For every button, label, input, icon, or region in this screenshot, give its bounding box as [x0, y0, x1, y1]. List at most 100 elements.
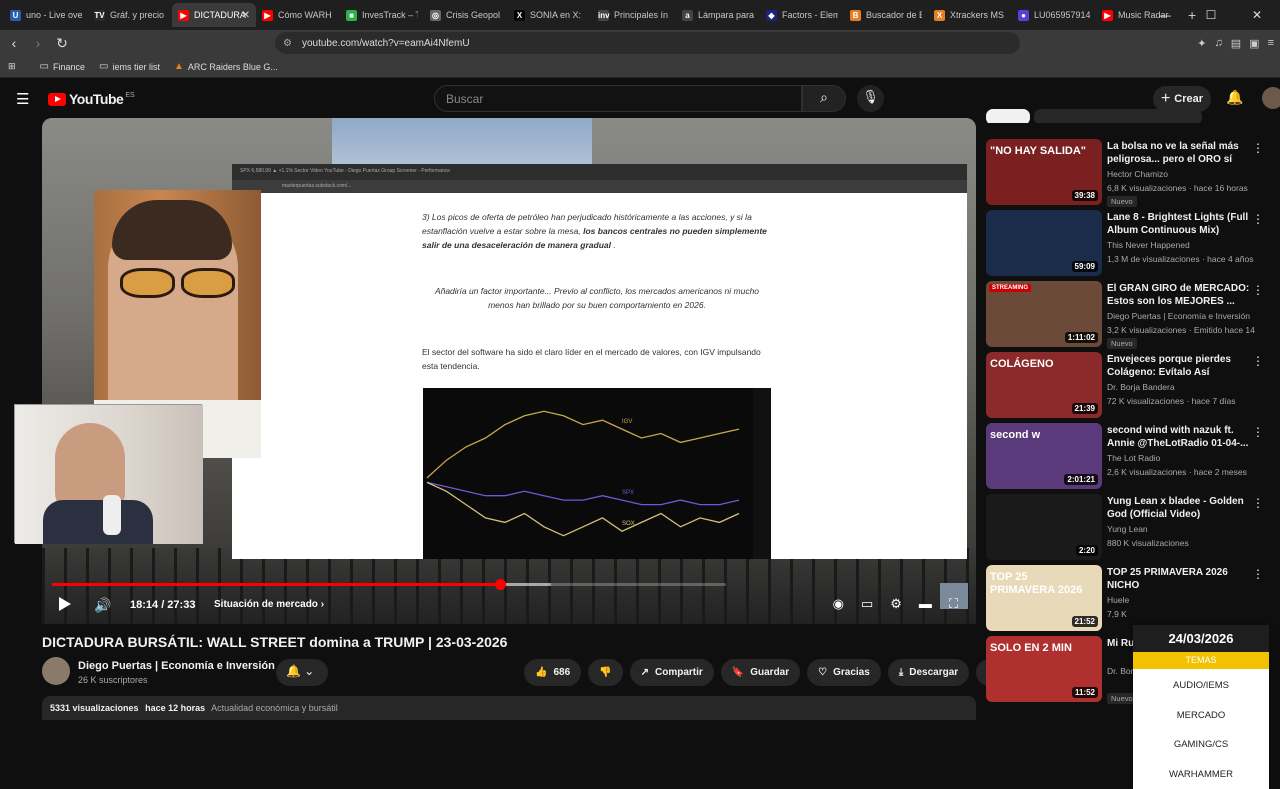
channel-avatar[interactable] — [42, 657, 70, 685]
recommendation-title[interactable]: second wind with nazuk ft. Annie @TheLot… — [1107, 424, 1255, 450]
browser-tab[interactable]: X SONIA en X: — [508, 3, 592, 27]
bookmark-finance[interactable]: ▭ Finance — [40, 61, 85, 72]
browser-tab[interactable]: ▶ DICTADURA ✕ — [172, 3, 256, 27]
like-button[interactable]: 👍 686 — [524, 659, 582, 686]
site-info-icon[interactable]: ⚙ — [283, 38, 292, 49]
recommendation-title[interactable]: Envejeces porque pierdes Colágeno: Evíta… — [1107, 353, 1255, 379]
sidebar-icon[interactable]: ▤ — [1231, 37, 1241, 50]
forward-icon[interactable]: › — [28, 35, 48, 51]
close-window-button[interactable]: ✕ — [1234, 8, 1280, 22]
chip-all[interactable] — [986, 109, 1030, 123]
browser-tab[interactable]: TV Gráf. y precio — [88, 3, 172, 27]
play-button[interactable] — [59, 597, 71, 611]
minimize-button[interactable]: — — [1142, 8, 1188, 22]
recommendation-channel[interactable]: Dr. Borja Bandera — [1107, 382, 1175, 392]
chapter-button[interactable]: Situación de mercado › — [214, 599, 324, 610]
browser-tab[interactable]: ◆ Factors - Elem — [760, 3, 844, 27]
dislike-button[interactable]: 👎 — [588, 659, 623, 686]
more-options-icon[interactable]: ⋮ — [1252, 141, 1264, 155]
recommendation-title[interactable]: El GRAN GIRO de MERCADO: Estos son los M… — [1107, 282, 1255, 308]
more-options-icon[interactable]: ⋮ — [1252, 496, 1264, 510]
subscription-bell-button[interactable]: 🔔 ⌄ — [276, 659, 328, 686]
bookmark-iems-tier-list[interactable]: ▭ iems tier list — [99, 61, 160, 72]
recommendation-channel[interactable]: Yung Lean — [1107, 524, 1148, 534]
apps-icon[interactable]: ⊞ — [8, 61, 16, 72]
recommendation-thumbnail[interactable]: 2:20 — [986, 494, 1102, 560]
maximize-button[interactable]: ☐ — [1188, 8, 1234, 22]
recommendation-thumbnail[interactable]: "NO HAY SALIDA" 39:38 — [986, 139, 1102, 205]
browser-tab[interactable]: ● LU0659579147 — [1012, 3, 1096, 27]
recommendation-thumbnail[interactable]: second w 2:01:21 — [986, 423, 1102, 489]
tab-favicon-icon: X — [934, 9, 945, 21]
recommendation-title[interactable]: La bolsa no ve la señal más peligrosa...… — [1107, 140, 1255, 166]
more-options-icon[interactable]: ⋮ — [1252, 567, 1264, 581]
recommendation-channel[interactable]: Hector Chamizo — [1107, 169, 1168, 179]
recommendation-title[interactable]: TOP 25 PRIMAVERA 2026 NICHO — [1107, 566, 1255, 592]
recommendation-channel[interactable]: Dr. Bor — [1107, 666, 1133, 676]
search-button[interactable]: ⌕ — [802, 85, 846, 112]
recommendation-thumbnail[interactable]: TOP 25 PRIMAVERA 2026 21:52 — [986, 565, 1102, 631]
more-options-icon[interactable]: ⋮ — [1252, 212, 1264, 226]
description-box[interactable]: 5331 visualizaciones hace 12 horas Actua… — [42, 696, 976, 720]
menu-icon[interactable]: ≡ — [1268, 37, 1274, 49]
recommendation-title[interactable]: Lane 8 - Brightest Lights (Full Album Co… — [1107, 211, 1255, 237]
progress-bar[interactable] — [52, 579, 726, 590]
back-icon[interactable]: ‹ — [4, 35, 24, 51]
recommendation-thumbnail[interactable]: 59:09 — [986, 210, 1102, 276]
recommendation-item[interactable]: "NO HAY SALIDA" 39:38 La bolsa no ve la se… — [986, 139, 1280, 207]
recommendation-channel[interactable]: This Never Happened — [1107, 240, 1190, 250]
video-player[interactable]: SPX 6,580.99 ▲ +1.1% Sector Video YouTub… — [42, 118, 976, 624]
chip-channel[interactable] — [1034, 109, 1202, 123]
account-avatar[interactable] — [1262, 87, 1280, 109]
voice-search-button[interactable]: 🎙 — [857, 85, 884, 112]
recommendation-item[interactable]: 59:09 Lane 8 - Brightest Lights (Full Alb… — [986, 210, 1280, 276]
search-input[interactable]: Buscar — [434, 85, 802, 112]
address-bar[interactable]: ⚙ youtube.com/watch?v=eamAi4NfemU — [275, 32, 1020, 54]
media-icon[interactable]: ♫ — [1215, 37, 1223, 49]
recommendation-item[interactable]: STREAMING 1:11:02 El GRAN GIRO de MERCADO:… — [986, 281, 1280, 349]
save-button[interactable]: 🔖 Guardar — [720, 659, 801, 686]
subtitles-icon[interactable]: ▭ — [861, 596, 873, 612]
youtube-logo[interactable]: YouTube ES — [48, 91, 135, 107]
autoplay-toggle-icon[interactable]: ◉ — [833, 596, 844, 612]
tab-title: SONIA en X: — [530, 10, 582, 20]
theater-mode-icon[interactable]: ▬ — [919, 596, 932, 612]
bookmark-icon: 🔖 — [731, 667, 745, 678]
browser-tab[interactable]: ■ InvesTrack – T — [340, 3, 424, 27]
wallet-icon[interactable]: ▣ — [1249, 37, 1259, 50]
settings-gear-icon[interactable]: ⚙ — [890, 596, 902, 612]
recommendation-title[interactable]: Yung Lean x bladee - Golden God (Officia… — [1107, 495, 1255, 521]
browser-tab[interactable]: X Xtrackers MS — [928, 3, 1012, 27]
browser-tab[interactable]: inv Principales ín — [592, 3, 676, 27]
browser-tab[interactable]: Uuno - Live ove — [4, 3, 88, 27]
recommendation-channel[interactable]: The Lot Radio — [1107, 453, 1160, 463]
channel-name[interactable]: Diego Puertas | Economía e Inversión — [78, 660, 275, 672]
more-options-icon[interactable]: ⋮ — [1252, 283, 1264, 297]
recommendation-item[interactable]: second w 2:01:21 second wind with nazuk ft… — [986, 423, 1280, 489]
notifications-bell-icon[interactable]: 🔔 — [1226, 89, 1243, 106]
hamburger-menu-icon[interactable]: ☰ — [16, 90, 30, 108]
extensions-icon[interactable]: ✦ — [1197, 37, 1206, 50]
close-tab-icon[interactable]: ✕ — [242, 10, 250, 21]
browser-tab[interactable]: ◎ Crisis Geopol — [424, 3, 508, 27]
more-options-icon[interactable]: ⋮ — [1252, 425, 1264, 439]
share-button[interactable]: ↗ Compartir — [629, 659, 714, 686]
volume-icon[interactable]: 🔊 — [94, 597, 111, 614]
recommendation-thumbnail[interactable]: COLÁGENO 21:39 — [986, 352, 1102, 418]
recommendation-thumbnail[interactable]: STREAMING 1:11:02 — [986, 281, 1102, 347]
fullscreen-icon[interactable]: ⛶ — [949, 596, 958, 612]
reload-icon[interactable]: ↻ — [52, 35, 72, 52]
download-button[interactable]: ⤓ Descargar — [887, 659, 970, 686]
recommendation-item[interactable]: 2:20 Yung Lean x bladee - Golden God (Off… — [986, 494, 1280, 560]
thanks-button[interactable]: ♡ Gracias — [807, 659, 881, 686]
browser-tab[interactable]: ▶ Cómo WARH — [256, 3, 340, 27]
browser-tab[interactable]: B Buscador de E — [844, 3, 928, 27]
recommendation-item[interactable]: COLÁGENO 21:39 Envejeces porque pierdes Co… — [986, 352, 1280, 418]
recommendation-channel[interactable]: Diego Puertas | Economía e Inversión — [1107, 311, 1250, 321]
browser-tab[interactable]: a Lámpara para — [676, 3, 760, 27]
recommendation-item[interactable]: TOP 25 PRIMAVERA 2026 21:52 TOP 25 PRIMAVE… — [986, 565, 1280, 631]
bookmark-arc-raiders[interactable]: ▲ ARC Raiders Blue G... — [174, 61, 278, 72]
recommendation-channel[interactable]: Huele — [1107, 595, 1129, 605]
more-options-icon[interactable]: ⋮ — [1252, 354, 1264, 368]
recommendation-thumbnail[interactable]: SOLO EN 2 MIN 11:52 — [986, 636, 1102, 702]
